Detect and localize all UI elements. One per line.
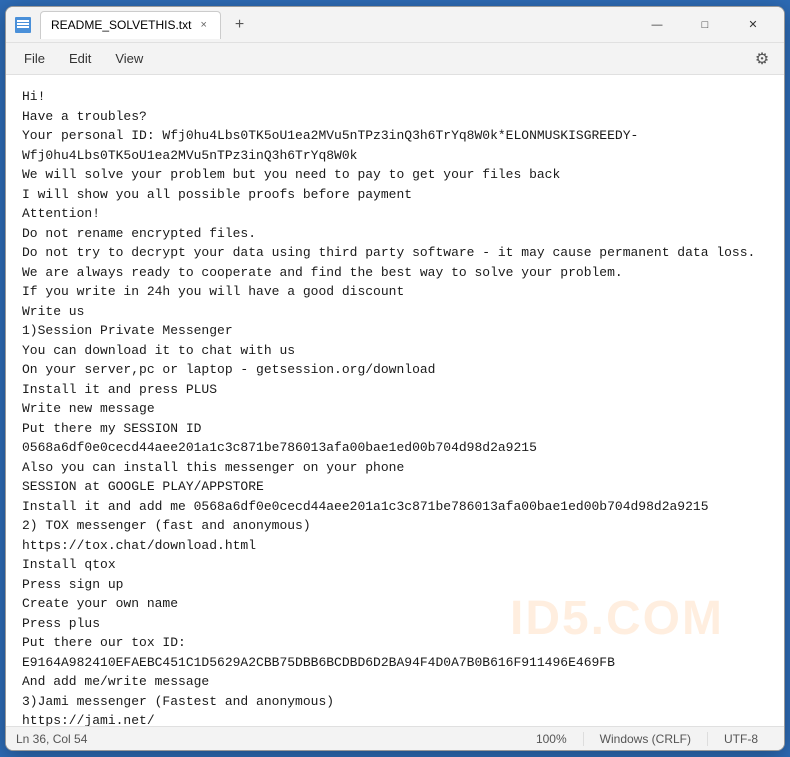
close-button[interactable]: ✕ bbox=[730, 10, 776, 40]
menu-bar: File Edit View ⚙ bbox=[6, 43, 784, 75]
menu-items: File Edit View bbox=[14, 47, 153, 70]
tab-close-button[interactable]: × bbox=[197, 18, 209, 32]
status-line-ending: Windows (CRLF) bbox=[583, 732, 707, 746]
status-right: 100% Windows (CRLF) UTF-8 bbox=[520, 732, 774, 746]
tab-label: README_SOLVETHIS.txt bbox=[51, 18, 191, 32]
notepad-window: README_SOLVETHIS.txt × + — □ ✕ File Edit… bbox=[5, 6, 785, 751]
menu-edit[interactable]: Edit bbox=[59, 47, 101, 70]
text-content[interactable]: Hi! Have a troubles? Your personal ID: W… bbox=[6, 75, 784, 726]
menu-view[interactable]: View bbox=[105, 47, 153, 70]
title-bar-left: README_SOLVETHIS.txt × + bbox=[14, 11, 634, 39]
notepad-app-icon bbox=[14, 16, 32, 34]
status-bar: Ln 36, Col 54 100% Windows (CRLF) UTF-8 bbox=[6, 726, 784, 750]
content-wrapper: Hi! Have a troubles? Your personal ID: W… bbox=[6, 75, 784, 726]
status-position: Ln 36, Col 54 bbox=[16, 732, 520, 746]
status-zoom: 100% bbox=[520, 732, 583, 746]
active-tab[interactable]: README_SOLVETHIS.txt × bbox=[40, 11, 221, 39]
status-encoding: UTF-8 bbox=[707, 732, 774, 746]
menu-file[interactable]: File bbox=[14, 47, 55, 70]
maximize-button[interactable]: □ bbox=[682, 10, 728, 40]
new-tab-button[interactable]: + bbox=[229, 16, 250, 34]
title-bar: README_SOLVETHIS.txt × + — □ ✕ bbox=[6, 7, 784, 43]
minimize-button[interactable]: — bbox=[634, 10, 680, 40]
settings-icon[interactable]: ⚙ bbox=[748, 45, 776, 73]
window-controls: — □ ✕ bbox=[634, 10, 776, 40]
